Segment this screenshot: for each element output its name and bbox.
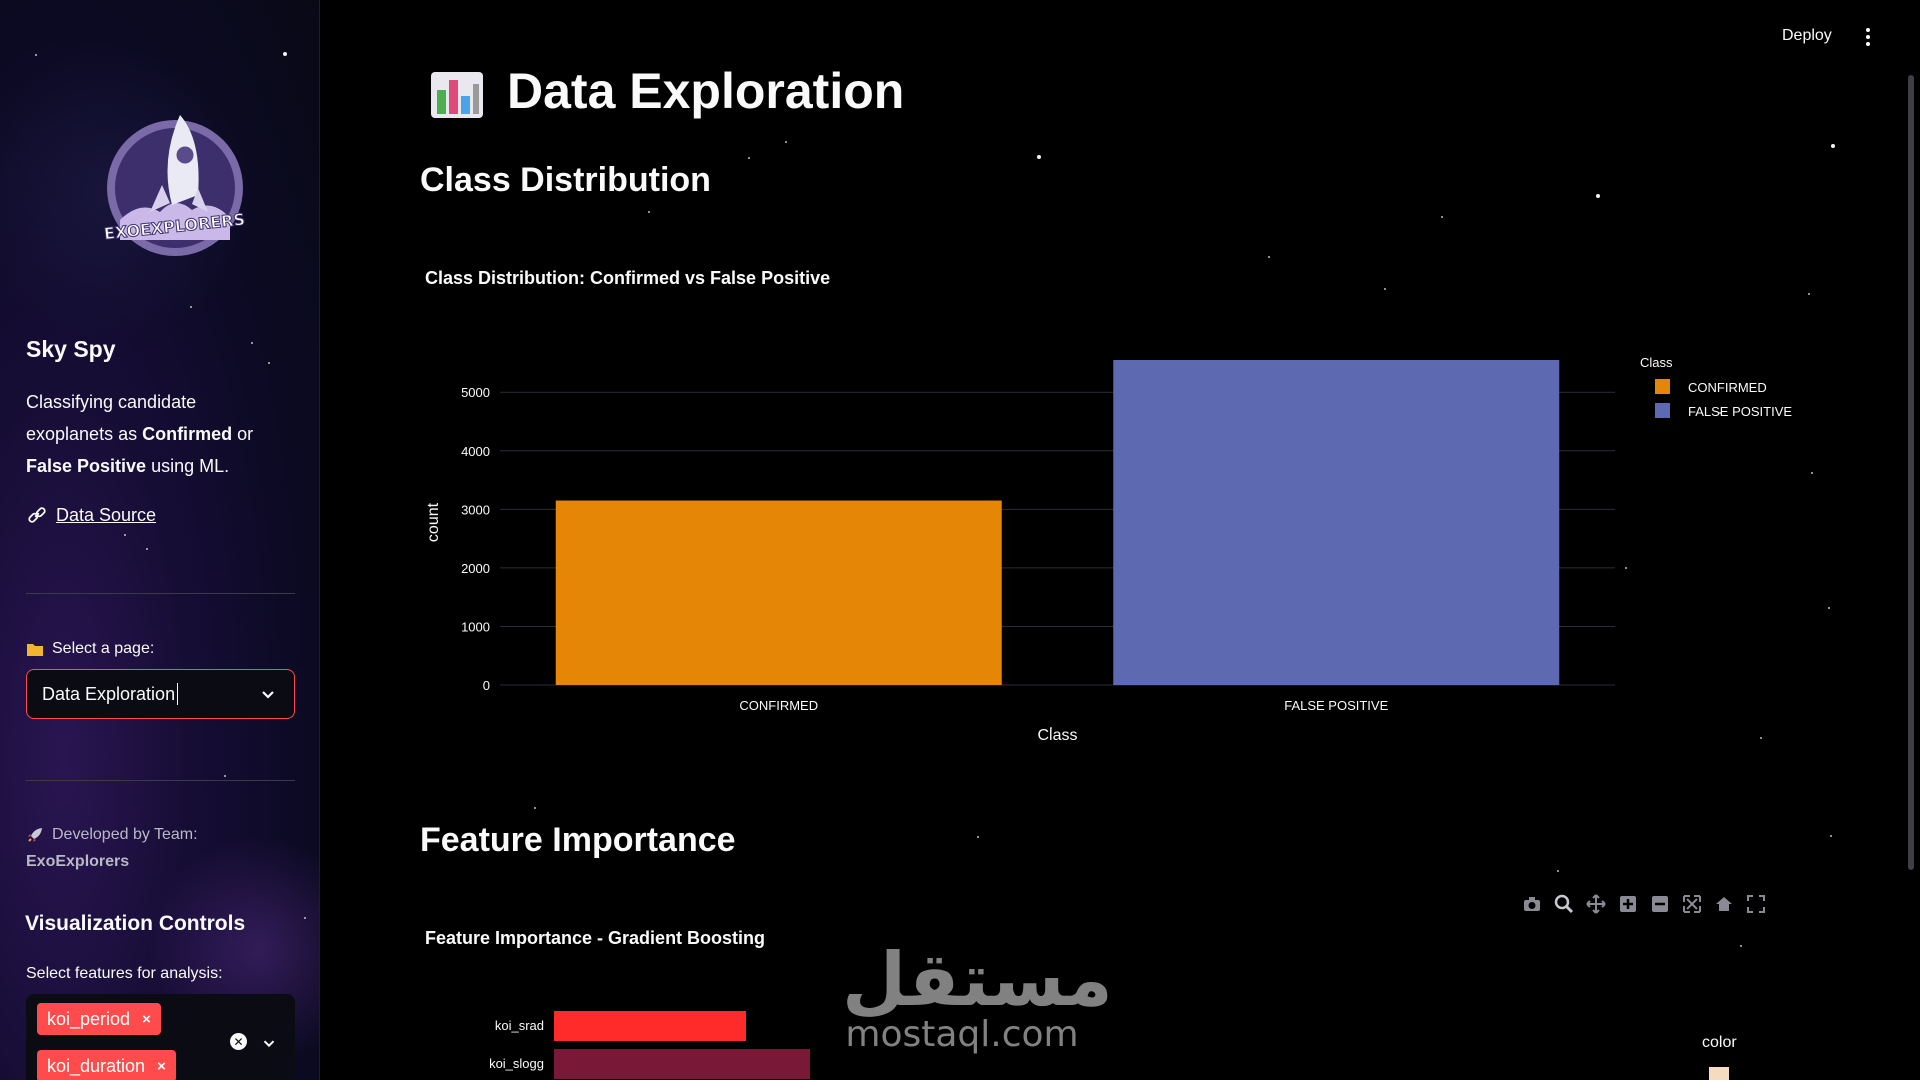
page-select[interactable]: Data Exploration bbox=[26, 669, 295, 719]
colorbar-swatch bbox=[1709, 1067, 1729, 1080]
home-icon[interactable] bbox=[1714, 894, 1734, 914]
zoom-out-icon[interactable] bbox=[1650, 894, 1670, 914]
bar[interactable] bbox=[554, 1049, 810, 1079]
page-title: Data Exploration bbox=[507, 63, 905, 119]
clear-all-icon[interactable]: ✕ bbox=[230, 1033, 247, 1050]
y-tick-label: koi_srad bbox=[495, 1018, 544, 1033]
zoom-in-icon[interactable] bbox=[1618, 894, 1638, 914]
deploy-button[interactable]: Deploy bbox=[1782, 27, 1832, 45]
sidebar: EXOEXPLORERS Sky Spy Classifying candida… bbox=[0, 0, 320, 1080]
data-source-label[interactable]: Data Source bbox=[56, 505, 156, 526]
feature-tag[interactable]: koi_period × bbox=[37, 1003, 161, 1035]
y-tick-label: 4000 bbox=[461, 444, 490, 459]
autoscale-icon[interactable] bbox=[1682, 894, 1702, 914]
legend-swatch[interactable] bbox=[1655, 379, 1670, 394]
y-tick-label: 0 bbox=[483, 678, 490, 693]
rocket-icon bbox=[28, 828, 42, 842]
y-tick-label: 2000 bbox=[461, 561, 490, 576]
zoom-icon[interactable] bbox=[1554, 894, 1574, 914]
bar[interactable] bbox=[554, 1011, 746, 1041]
feature-tag[interactable]: koi_duration × bbox=[37, 1050, 176, 1080]
remove-tag-icon[interactable]: × bbox=[142, 1011, 151, 1028]
section-heading-feature-importance: Feature Importance bbox=[420, 821, 736, 859]
folder-icon bbox=[27, 644, 43, 656]
pan-icon[interactable] bbox=[1586, 894, 1606, 914]
link-icon bbox=[28, 507, 46, 523]
legend-title: Class bbox=[1640, 355, 1673, 370]
chevron-down-icon bbox=[262, 691, 274, 699]
legend-swatch[interactable] bbox=[1655, 403, 1670, 418]
bar-chart-icon bbox=[431, 72, 483, 118]
section-heading-class-distribution: Class Distribution bbox=[420, 161, 711, 199]
chevron-down-icon[interactable] bbox=[260, 1034, 278, 1052]
camera-icon[interactable] bbox=[1522, 894, 1542, 914]
legend-entry[interactable]: CONFIRMED bbox=[1688, 380, 1767, 395]
developed-by-label: Developed by Team: bbox=[26, 826, 198, 844]
remove-tag-icon[interactable]: × bbox=[157, 1058, 166, 1075]
chart-toolbar bbox=[1522, 893, 1766, 915]
features-multiselect[interactable]: koi_period × koi_duration × ✕ bbox=[26, 994, 295, 1080]
x-tick-label: CONFIRMED bbox=[739, 698, 818, 713]
chart2-legend-title: color bbox=[1702, 1034, 1737, 1051]
x-axis-label: Class bbox=[1037, 727, 1077, 744]
page-scrollbar[interactable] bbox=[1908, 75, 1914, 870]
y-axis-label: count bbox=[425, 502, 442, 542]
legend-entry[interactable]: FALSE POSITIVE bbox=[1688, 404, 1792, 419]
sidebar-description: Classifying candidate exoplanets as Conf… bbox=[26, 392, 254, 476]
data-source-link[interactable]: Data Source bbox=[26, 504, 156, 526]
features-label: Select features for analysis: bbox=[26, 965, 223, 982]
bar[interactable] bbox=[1113, 360, 1560, 685]
team-name: ExoExplorers bbox=[26, 853, 130, 870]
sidebar-title: Sky Spy bbox=[26, 336, 116, 362]
class-distribution-chart[interactable]: 0 1000 2000 3000 4000 5000 CONFIRMED FALSE POSI… bbox=[410, 330, 1830, 770]
sidebar-divider bbox=[26, 780, 295, 781]
y-tick-label: 3000 bbox=[461, 502, 490, 517]
page-select-value: Data Exploration bbox=[42, 683, 176, 704]
chart2-title: Feature Importance - Gradient Boosting bbox=[425, 928, 766, 948]
feature-importance-chart[interactable]: koi_srad koi_slogg bbox=[410, 990, 1830, 1080]
sidebar-divider bbox=[26, 593, 295, 594]
exoexplorers-logo: EXOEXPLORERS bbox=[103, 115, 246, 256]
mostaql-watermark: مستقل mostaql.com bbox=[842, 937, 1113, 1055]
y-tick-label: 5000 bbox=[461, 385, 490, 400]
y-tick-label: 1000 bbox=[461, 619, 490, 634]
bar[interactable] bbox=[555, 500, 1002, 685]
chart1-title: Class Distribution: Confirmed vs False P… bbox=[425, 268, 831, 288]
visualization-controls-heading: Visualization Controls bbox=[25, 912, 246, 935]
fullscreen-icon[interactable] bbox=[1746, 894, 1766, 914]
y-tick-label: koi_slogg bbox=[489, 1056, 544, 1071]
select-page-label: Select a page: bbox=[26, 640, 154, 658]
more-options-icon[interactable] bbox=[1860, 28, 1876, 48]
x-tick-label: FALSE POSITIVE bbox=[1284, 698, 1388, 713]
